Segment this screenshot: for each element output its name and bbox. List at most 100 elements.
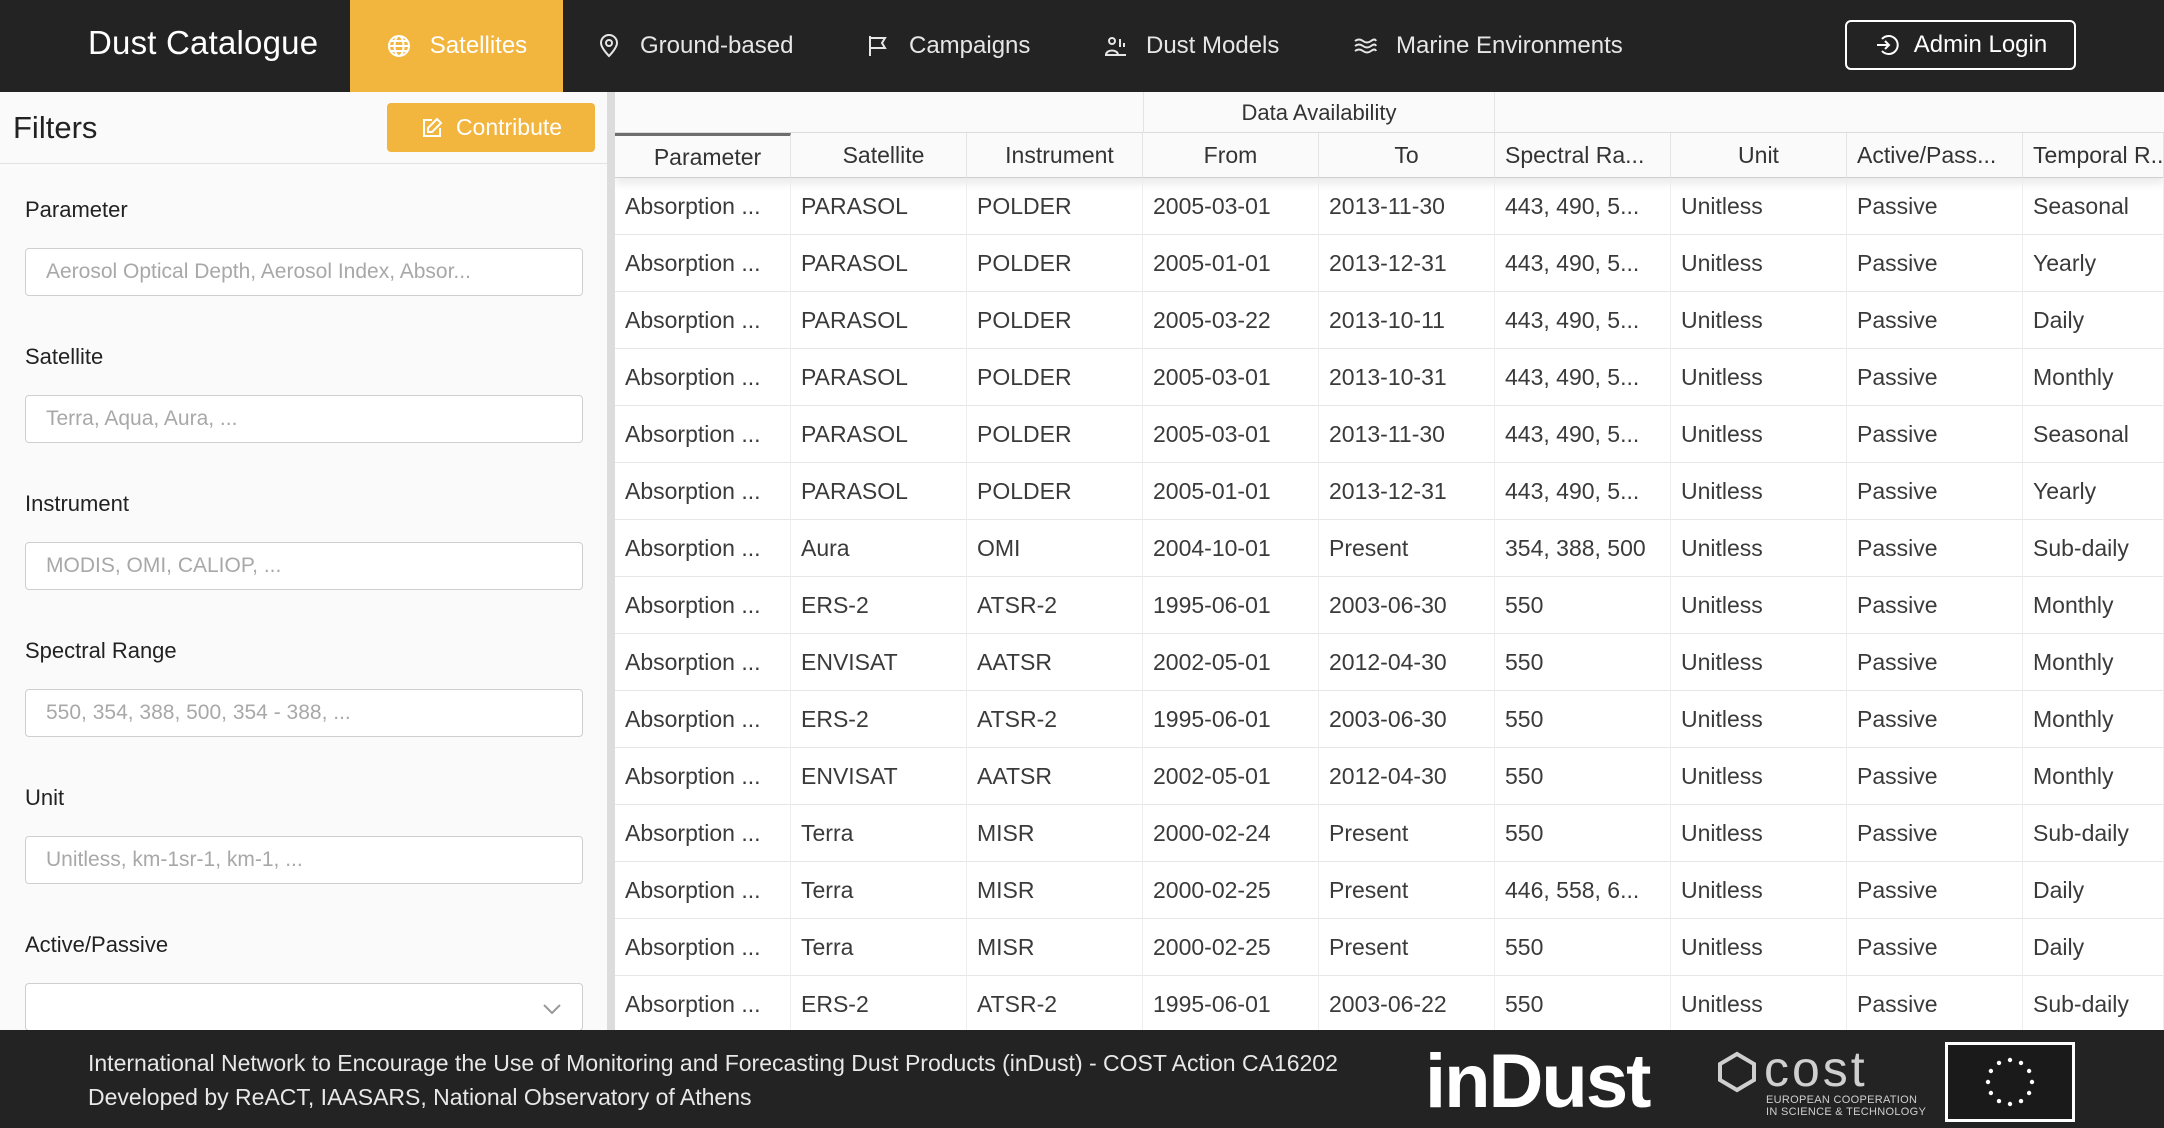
filters-title: Filters: [13, 110, 98, 145]
cell-satellite: ENVISAT: [791, 748, 967, 805]
cell-unit: Unitless: [1671, 292, 1847, 349]
cell-satellite: Aura: [791, 520, 967, 577]
unit-filter-input[interactable]: Unitless, km-1sr-1, km-1, ...: [25, 836, 583, 884]
cell-unit: Unitless: [1671, 463, 1847, 520]
cell-active-passive: Passive: [1847, 634, 2023, 691]
nav-tab-label: Satellites: [429, 32, 528, 59]
cell-from: 1995-06-01: [1143, 691, 1319, 748]
cell-parameter: Absorption ...: [615, 634, 791, 691]
spectral-range-filter-input[interactable]: 550, 354, 388, 500, 354 - 388, ...: [25, 689, 583, 737]
column-header-from[interactable]: From: [1143, 133, 1319, 178]
cell-spectral-range: 443, 490, 5...: [1495, 235, 1671, 292]
app-title[interactable]: Dust Catalogue: [88, 24, 318, 62]
active-passive-select[interactable]: [25, 983, 583, 1031]
cell-active-passive: Passive: [1847, 520, 2023, 577]
eu-stars-icon: [1985, 1057, 2035, 1107]
cell-unit: Unitless: [1671, 520, 1847, 577]
cell-active-passive: Passive: [1847, 748, 2023, 805]
satellite-filter-placeholder: Terra, Aqua, Aura, ...: [46, 407, 238, 430]
cell-satellite: Terra: [791, 919, 967, 976]
cell-instrument: POLDER: [967, 406, 1143, 463]
table-row[interactable]: Absorption ... ERS-2 ATSR-2 1995-06-01 2003-…: [615, 577, 2164, 634]
cell-from: 2000-02-24: [1143, 805, 1319, 862]
nav-tab-marine-environments[interactable]: Marine Environments: [1352, 0, 1623, 92]
cell-temporal-resolution: Monthly: [2023, 748, 2164, 805]
satellite-filter-input[interactable]: Terra, Aqua, Aura, ...: [25, 395, 583, 443]
cell-temporal-resolution: Monthly: [2023, 349, 2164, 406]
table-row[interactable]: Absorption ... PARASOL POLDER 2005-03-01 201…: [615, 406, 2164, 463]
cell-from: 2005-03-01: [1143, 349, 1319, 406]
column-header-parameter[interactable]: Parameter: [615, 133, 791, 178]
cell-satellite: PARASOL: [791, 292, 967, 349]
cell-from: 2005-01-01: [1143, 235, 1319, 292]
contribute-button[interactable]: Contribute: [387, 103, 595, 152]
cell-parameter: Absorption ...: [615, 406, 791, 463]
cell-active-passive: Passive: [1847, 805, 2023, 862]
cell-instrument: MISR: [967, 919, 1143, 976]
cell-instrument: ATSR-2: [967, 976, 1143, 1030]
cell-parameter: Absorption ...: [615, 748, 791, 805]
cell-temporal-resolution: Daily: [2023, 862, 2164, 919]
nav-tab-ground-based[interactable]: Ground-based: [596, 0, 793, 92]
table-row[interactable]: Absorption ... ERS-2 ATSR-2 1995-06-01 2003-…: [615, 691, 2164, 748]
eu-flag-logo: [1945, 1042, 2075, 1122]
cell-to: 2013-10-31: [1319, 349, 1495, 406]
nav-tab-satellites[interactable]: Satellites: [350, 0, 563, 92]
column-header-instrument[interactable]: Instrument: [967, 133, 1143, 178]
column-header-temporal-resolution[interactable]: Temporal R...: [2023, 133, 2164, 178]
column-header-spectral-range[interactable]: Spectral Ra...: [1495, 133, 1671, 178]
table-row[interactable]: Absorption ... Terra MISR 2000-02-25 Present…: [615, 862, 2164, 919]
indust-logo: inDust: [1425, 1039, 1651, 1124]
cell-active-passive: Passive: [1847, 919, 2023, 976]
cell-temporal-resolution: Yearly: [2023, 463, 2164, 520]
cell-spectral-range: 443, 490, 5...: [1495, 349, 1671, 406]
parameter-filter-input[interactable]: Aerosol Optical Depth, Aerosol Index, Ab…: [25, 248, 583, 296]
cell-spectral-range: 550: [1495, 976, 1671, 1030]
cell-parameter: Absorption ...: [615, 862, 791, 919]
instrument-filter-input[interactable]: MODIS, OMI, CALIOP, ...: [25, 542, 583, 590]
table-row[interactable]: Absorption ... ENVISAT AATSR 2002-05-01 2012…: [615, 634, 2164, 691]
cell-unit: Unitless: [1671, 862, 1847, 919]
cell-spectral-range: 443, 490, 5...: [1495, 178, 1671, 235]
nav-tab-dust-models[interactable]: Dust Models: [1102, 0, 1279, 92]
cell-from: 2005-01-01: [1143, 463, 1319, 520]
location-pin-icon: [596, 33, 622, 59]
column-header-satellite[interactable]: Satellite: [791, 133, 967, 178]
filter-label-instrument: Instrument: [25, 491, 129, 516]
admin-login-label: Admin Login: [1913, 31, 2048, 58]
table-row[interactable]: Absorption ... Terra MISR 2000-02-24 Present…: [615, 805, 2164, 862]
edit-icon: [420, 116, 444, 140]
nav-tab-label: Campaigns: [909, 32, 1031, 59]
parameter-filter-placeholder: Aerosol Optical Depth, Aerosol Index, Ab…: [46, 260, 471, 283]
cell-instrument: AATSR: [967, 634, 1143, 691]
cost-logo-word: cost: [1764, 1041, 1868, 1097]
cell-unit: Unitless: [1671, 634, 1847, 691]
cell-from: 2000-02-25: [1143, 862, 1319, 919]
table-row[interactable]: Absorption ... Terra MISR 2000-02-25 Present…: [615, 919, 2164, 976]
cell-from: 2005-03-01: [1143, 406, 1319, 463]
nav-tab-campaigns[interactable]: Campaigns: [865, 0, 1030, 92]
sidebar-scrollbar[interactable]: [607, 92, 615, 1030]
table-row[interactable]: Absorption ... PARASOL POLDER 2005-01-01 201…: [615, 463, 2164, 520]
cell-from: 2002-05-01: [1143, 634, 1319, 691]
column-header-active-passive[interactable]: Active/Pass...: [1847, 133, 2023, 178]
cell-to: 2012-04-30: [1319, 748, 1495, 805]
table-row[interactable]: Absorption ... PARASOL POLDER 2005-03-22 201…: [615, 292, 2164, 349]
table-row[interactable]: Absorption ... PARASOL POLDER 2005-03-01 201…: [615, 349, 2164, 406]
table-row[interactable]: Absorption ... ENVISAT AATSR 2002-05-01 2012…: [615, 748, 2164, 805]
cell-instrument: MISR: [967, 805, 1143, 862]
cell-satellite: Terra: [791, 862, 967, 919]
table-row[interactable]: Absorption ... PARASOL POLDER 2005-01-01 201…: [615, 235, 2164, 292]
cell-active-passive: Passive: [1847, 292, 2023, 349]
footer-developer-line: Developed by ReACT, IAASARS, National Ob…: [88, 1084, 752, 1110]
column-header-to[interactable]: To: [1319, 133, 1495, 178]
table-row[interactable]: Absorption ... ERS-2 ATSR-2 1995-06-01 2003-…: [615, 976, 2164, 1030]
table-row[interactable]: Absorption ... Aura OMI 2004-10-01 Present 35…: [615, 520, 2164, 577]
cell-satellite: ENVISAT: [791, 634, 967, 691]
column-header-unit[interactable]: Unit: [1671, 133, 1847, 178]
cell-parameter: Absorption ...: [615, 976, 791, 1030]
cell-active-passive: Passive: [1847, 235, 2023, 292]
table-row[interactable]: Absorption ... PARASOL POLDER 2005-03-01 201…: [615, 178, 2164, 235]
admin-login-button[interactable]: Admin Login: [1845, 20, 2076, 70]
flag-icon: [865, 33, 891, 59]
